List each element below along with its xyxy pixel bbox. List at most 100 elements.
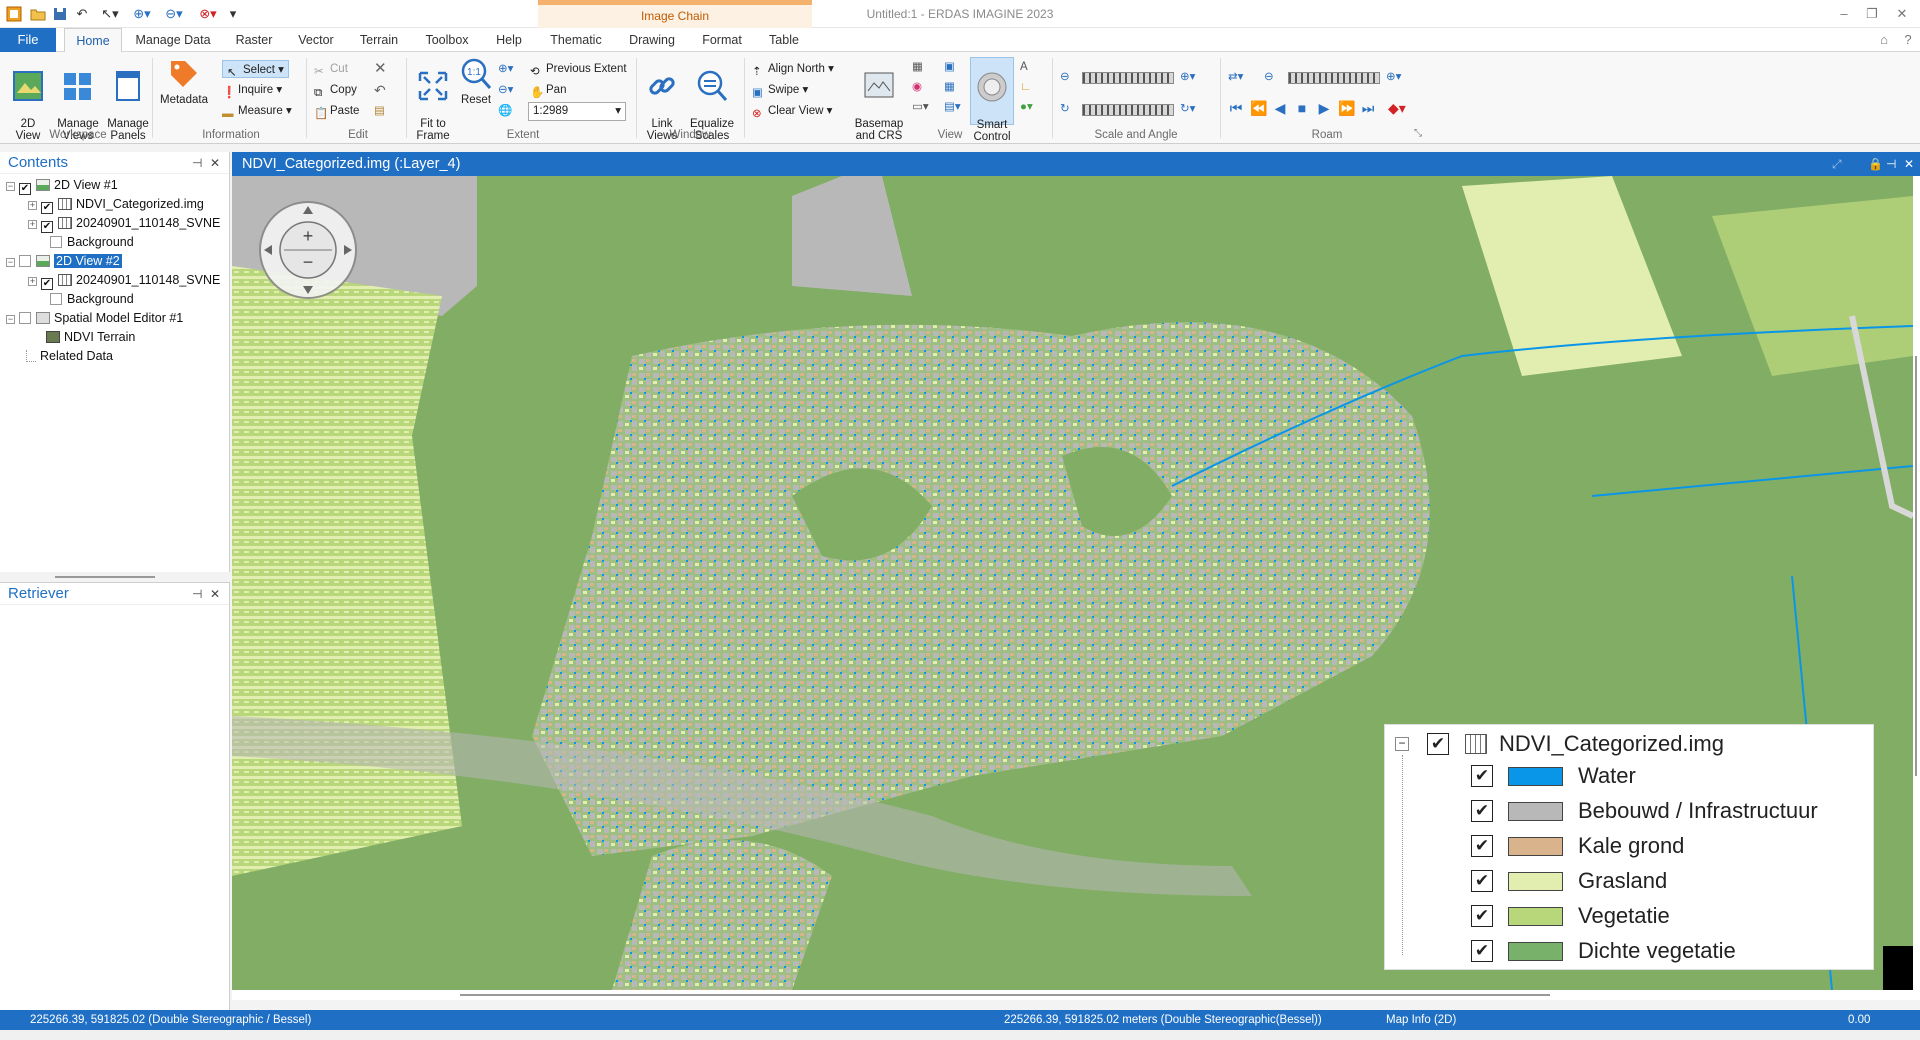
tree-item-20240901-svne-2[interactable]: + ✔ 20240901_110148_SVNE bbox=[28, 271, 220, 290]
undo-icon[interactable]: ↶ bbox=[72, 4, 92, 24]
checkbox[interactable] bbox=[19, 312, 31, 324]
lock-icon[interactable]: 🔒 bbox=[1868, 152, 1883, 176]
zoom-in-small-icon[interactable]: ⊕▾ bbox=[498, 60, 513, 78]
expand-icon[interactable]: + bbox=[28, 201, 37, 210]
zoom-out-nav-icon[interactable]: − bbox=[298, 252, 318, 272]
axis-icon[interactable]: ∟ bbox=[1020, 78, 1031, 96]
zoom-out-small-icon[interactable]: ⊖▾ bbox=[498, 81, 513, 99]
tab-drawing[interactable]: Drawing bbox=[622, 28, 682, 52]
zoom-in-icon[interactable]: ⊕▾ bbox=[128, 4, 156, 24]
minimize-icon[interactable]: – bbox=[1832, 4, 1856, 24]
zoom-out-icon[interactable]: ⊖▾ bbox=[160, 4, 188, 24]
tab-home[interactable]: Home bbox=[64, 28, 122, 53]
roam-step-forward-icon[interactable]: ⏩ bbox=[1338, 100, 1355, 116]
checkbox[interactable] bbox=[19, 255, 31, 267]
legend-layer-checkbox[interactable]: ✔ bbox=[1427, 733, 1449, 755]
grid-icon[interactable]: ▦ bbox=[944, 78, 955, 96]
tab-vector[interactable]: Vector bbox=[290, 28, 342, 52]
scale-options-icon[interactable]: ⊕▾ bbox=[1180, 68, 1195, 86]
display-icon[interactable]: ▭▾ bbox=[912, 98, 929, 116]
2d-view-button[interactable]: 2D View bbox=[8, 57, 48, 142]
copy-button[interactable]: ⧉ Copy bbox=[314, 81, 357, 99]
tab-thematic[interactable]: Thematic bbox=[544, 28, 608, 52]
cut-button[interactable]: ✂ Cut bbox=[314, 60, 348, 78]
previous-extent-button[interactable]: ⟲ Previous Extent bbox=[530, 60, 627, 78]
link-views-button[interactable]: Link Views bbox=[640, 57, 684, 142]
roam-speed-icon[interactable]: ⊖ bbox=[1264, 68, 1274, 86]
legend-checkbox[interactable]: ✔ bbox=[1471, 870, 1493, 892]
tab-manage-data[interactable]: Manage Data bbox=[132, 28, 214, 52]
expand-icon[interactable]: + bbox=[28, 277, 37, 286]
panel-splitter[interactable] bbox=[0, 572, 230, 582]
undo-edit-icon[interactable]: ↶ bbox=[374, 81, 386, 99]
swipe-button[interactable]: ▣ Swipe ▾ bbox=[752, 81, 808, 99]
checkbox[interactable]: ✔ bbox=[41, 202, 53, 214]
checkbox[interactable]: ✔ bbox=[41, 221, 53, 233]
customize-qat-icon[interactable]: ▾ bbox=[226, 4, 240, 24]
status-map-info[interactable]: Map Info (2D) bbox=[1386, 1010, 1456, 1030]
tab-format[interactable]: Format bbox=[694, 28, 750, 52]
legend-checkbox[interactable]: ✔ bbox=[1471, 940, 1493, 962]
close-panel-icon[interactable]: ✕ bbox=[210, 583, 220, 605]
roam-record-icon[interactable]: ◆▾ bbox=[1388, 100, 1406, 116]
roam-step-back-icon[interactable]: ⏪ bbox=[1250, 100, 1267, 116]
roam-reverse-icon[interactable]: ◀ bbox=[1272, 100, 1288, 116]
manage-views-button[interactable]: Manage Views bbox=[54, 57, 102, 142]
fit-to-frame-button[interactable]: Fit to Frame bbox=[410, 57, 456, 142]
map-navigation-control[interactable]: + − bbox=[258, 200, 358, 300]
scale-icon[interactable]: ⊖ bbox=[1060, 68, 1070, 86]
collapse-icon[interactable]: − bbox=[6, 182, 15, 191]
context-tab-image-chain[interactable]: Image Chain bbox=[538, 0, 812, 28]
zoom-in-nav-icon[interactable]: + bbox=[298, 226, 318, 246]
angle-slider[interactable] bbox=[1082, 104, 1174, 116]
scale-combobox[interactable]: 1:2989 ▾ bbox=[528, 102, 626, 121]
manage-panels-button[interactable]: Manage Panels bbox=[104, 57, 152, 142]
checkbox[interactable] bbox=[50, 293, 62, 305]
circle-tool-icon[interactable]: ●▾ bbox=[1020, 98, 1033, 116]
equalize-scales-button[interactable]: Equalize Scales bbox=[686, 57, 738, 142]
legend-collapse-icon[interactable]: − bbox=[1395, 737, 1409, 751]
close-icon[interactable]: ✕ bbox=[1890, 4, 1914, 24]
tab-toolbox[interactable]: Toolbox bbox=[418, 28, 476, 52]
collapse-icon[interactable]: − bbox=[6, 315, 15, 324]
roam-stop-icon[interactable]: ■ bbox=[1294, 100, 1310, 116]
vertical-scroll-thumb[interactable] bbox=[1915, 356, 1917, 776]
horizontal-scroll-thumb[interactable] bbox=[460, 994, 1550, 996]
pin-icon[interactable]: ⊣ bbox=[192, 152, 202, 174]
view-option-icon[interactable]: ⤢ bbox=[1832, 152, 1842, 176]
collapse-icon[interactable]: − bbox=[6, 258, 15, 267]
checkbox[interactable]: ✔ bbox=[41, 278, 53, 290]
legend-checkbox[interactable]: ✔ bbox=[1471, 800, 1493, 822]
clear-view-button[interactable]: ⊗ Clear View ▾ bbox=[752, 102, 832, 120]
tree-item-background-2[interactable]: Background bbox=[50, 290, 134, 308]
tab-file[interactable]: File bbox=[0, 28, 56, 52]
tree-item-ndvi-categorized[interactable]: + ✔ NDVI_Categorized.img bbox=[28, 195, 204, 214]
angle-options-icon[interactable]: ↻▾ bbox=[1180, 100, 1195, 118]
pin-view-icon[interactable]: ⊣ bbox=[1886, 152, 1896, 176]
tab-table[interactable]: Table bbox=[760, 28, 808, 52]
roam-speed-slider[interactable] bbox=[1288, 72, 1380, 84]
close-panel-icon[interactable]: ✕ bbox=[210, 152, 220, 174]
pan-button[interactable]: ✋ Pan bbox=[530, 81, 566, 99]
basemap-button[interactable]: Basemap and CRS bbox=[852, 57, 906, 142]
tab-terrain[interactable]: Terrain bbox=[352, 28, 406, 52]
roam-play-icon[interactable]: ▶ bbox=[1316, 100, 1332, 116]
checkbox[interactable] bbox=[50, 236, 62, 248]
properties-icon[interactable]: ▤ bbox=[374, 102, 385, 120]
reset-button[interactable]: 1:1 Reset bbox=[456, 57, 496, 123]
panel-icon[interactable]: ▤▾ bbox=[944, 98, 961, 116]
metadata-button[interactable]: Metadata bbox=[158, 57, 210, 123]
tab-raster[interactable]: Raster bbox=[228, 28, 280, 52]
cancel-icon[interactable]: ⊗▾ bbox=[194, 4, 222, 24]
tree-item-spatial-model-editor[interactable]: − Spatial Model Editor #1 bbox=[6, 309, 183, 327]
smart-control-button[interactable]: Smart Control bbox=[970, 57, 1014, 143]
paste-button[interactable]: 📋 Paste bbox=[314, 102, 359, 120]
dialog-launcher-icon[interactable]: ⤡ bbox=[1414, 128, 1422, 139]
layout-icon[interactable]: ▣ bbox=[944, 58, 955, 76]
color-wheel-icon[interactable]: ◉ bbox=[912, 78, 922, 96]
tree-item-related-data[interactable]: Related Data bbox=[26, 347, 113, 365]
pin-icon[interactable]: ⊣ bbox=[192, 583, 202, 605]
roam-speed-up-icon[interactable]: ⊕▾ bbox=[1386, 68, 1401, 86]
tree-item-20240901-svne[interactable]: + ✔ 20240901_110148_SVNE bbox=[28, 214, 220, 233]
inquire-button[interactable]: ❗ Inquire ▾ bbox=[222, 81, 282, 99]
